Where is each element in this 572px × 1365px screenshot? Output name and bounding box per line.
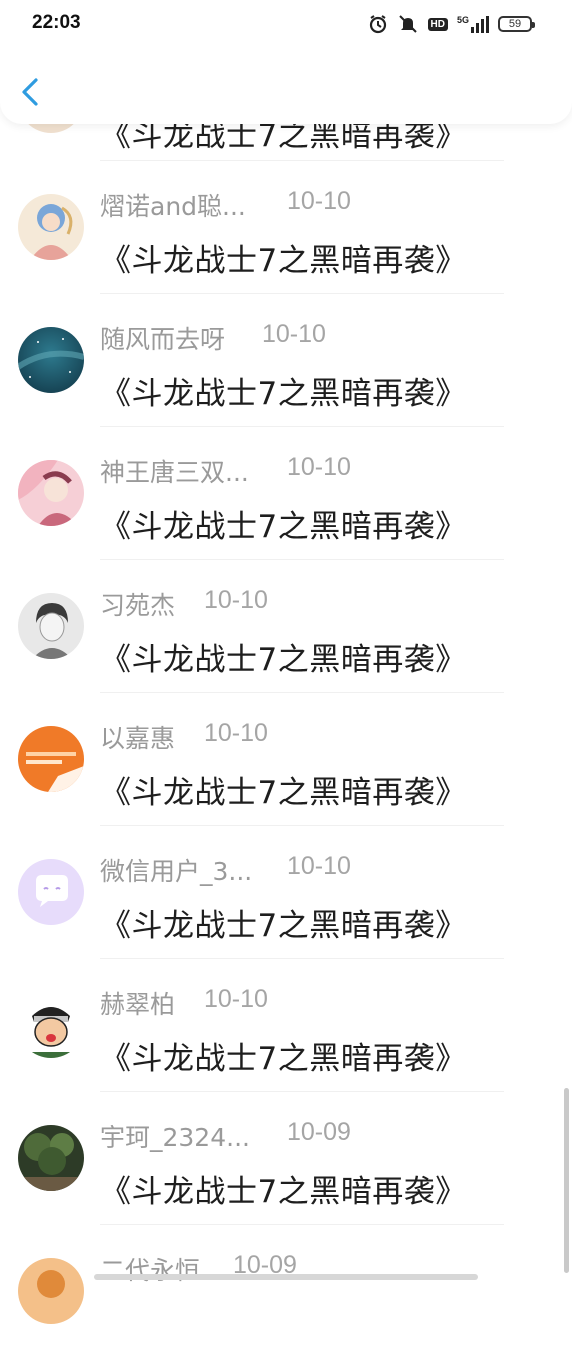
hd-badge: HD <box>427 17 448 31</box>
comment-text: 《斗龙战士7之黑暗再袭》 <box>100 509 467 545</box>
divider <box>100 692 504 693</box>
avatar[interactable] <box>18 327 84 393</box>
username[interactable]: 习苑杰 <box>100 586 175 622</box>
username[interactable]: 赫翠柏 <box>100 985 175 1021</box>
signal-icon: 5G <box>456 14 489 33</box>
battery-level: 59 <box>508 18 522 30</box>
username[interactable]: 以嘉惠 <box>100 719 175 755</box>
status-icons: HD 5G 59 <box>368 14 535 34</box>
divider <box>100 825 504 826</box>
comment-date: 10-10 <box>204 985 268 1013</box>
comment-text: 《斗龙战士7之黑暗再袭》 <box>100 642 467 678</box>
username[interactable]: 宇珂_2324... <box>100 1118 250 1154</box>
divider <box>100 958 504 959</box>
comment-text: 《斗龙战士7之黑暗再袭》 <box>100 376 467 412</box>
username[interactable]: 二代永恒 <box>100 1251 200 1287</box>
status-bar: 22:03 HD 5G 59 <box>0 0 572 52</box>
mute-bell-icon <box>398 15 417 33</box>
comment-text: 《斗龙战士7之黑暗再袭》 <box>100 1041 467 1077</box>
comment-text: 《斗龙战士7之黑暗再袭》 <box>100 243 467 279</box>
username[interactable]: 熠诺and聪... <box>100 187 246 223</box>
list-item[interactable]: 宇珂_2324... 10-09 《斗龙战士7之黑暗再袭》 <box>0 1098 572 1232</box>
divider <box>100 160 504 161</box>
list-item[interactable]: 微信用户_3... 10-10 《斗龙战士7之黑暗再袭》 <box>0 832 572 966</box>
scrollbar[interactable] <box>564 1088 569 1273</box>
battery-icon: 59 <box>498 16 535 32</box>
comment-text: 《斗龙战士7之黑暗再袭》 <box>100 1174 467 1210</box>
comment-date: 10-10 <box>287 187 351 215</box>
list-item[interactable]: 二代永恒 10-09 <box>0 1231 572 1365</box>
comment-text: 《斗龙战士7之黑暗再袭》 <box>100 908 467 944</box>
comment-date: 10-09 <box>287 1118 351 1146</box>
comment-date: 10-10 <box>287 852 351 880</box>
list-item[interactable]: 赫翠柏 10-10 《斗龙战士7之黑暗再袭》 <box>0 965 572 1099</box>
divider <box>100 1091 504 1092</box>
avatar[interactable] <box>18 1258 84 1324</box>
comment-date: 10-10 <box>287 453 351 481</box>
top-navigation-bar <box>0 52 572 124</box>
comment-date: 10-10 <box>204 586 268 614</box>
list-item[interactable]: 熠诺and聪... 10-10 《斗龙战士7之黑暗再袭》 <box>0 167 572 301</box>
comment-text: 《斗龙战士7之黑暗再袭》 <box>100 775 467 811</box>
list-item[interactable]: 随风而去呀 10-10 《斗龙战士7之黑暗再袭》 <box>0 300 572 434</box>
alarm-clock-icon <box>369 15 386 34</box>
divider <box>100 426 504 427</box>
back-button[interactable] <box>14 72 48 112</box>
avatar[interactable] <box>18 593 84 659</box>
username[interactable]: 随风而去呀 <box>100 320 225 356</box>
divider <box>100 559 504 560</box>
avatar[interactable] <box>18 992 84 1058</box>
avatar[interactable] <box>18 194 84 260</box>
network-type: 5G <box>456 14 469 25</box>
comment-date: 10-10 <box>262 320 326 348</box>
divider <box>100 1224 504 1225</box>
list-item[interactable]: 以嘉惠 10-10 《斗龙战士7之黑暗再袭》 <box>0 699 572 833</box>
chevron-left-icon <box>22 78 38 106</box>
divider <box>100 293 504 294</box>
status-time: 22:03 <box>32 12 81 33</box>
list-item[interactable]: 习苑杰 10-10 《斗龙战士7之黑暗再袭》 <box>0 566 572 700</box>
avatar[interactable] <box>18 1125 84 1191</box>
avatar[interactable] <box>18 460 84 526</box>
username[interactable]: 神王唐三双... <box>100 453 249 489</box>
avatar[interactable] <box>18 726 84 792</box>
username[interactable]: 微信用户_3... <box>100 852 252 888</box>
list-item[interactable]: 神王唐三双... 10-10 《斗龙战士7之黑暗再袭》 <box>0 433 572 567</box>
avatar[interactable] <box>18 859 84 925</box>
home-indicator[interactable] <box>94 1274 478 1280</box>
comment-date: 10-10 <box>204 719 268 747</box>
